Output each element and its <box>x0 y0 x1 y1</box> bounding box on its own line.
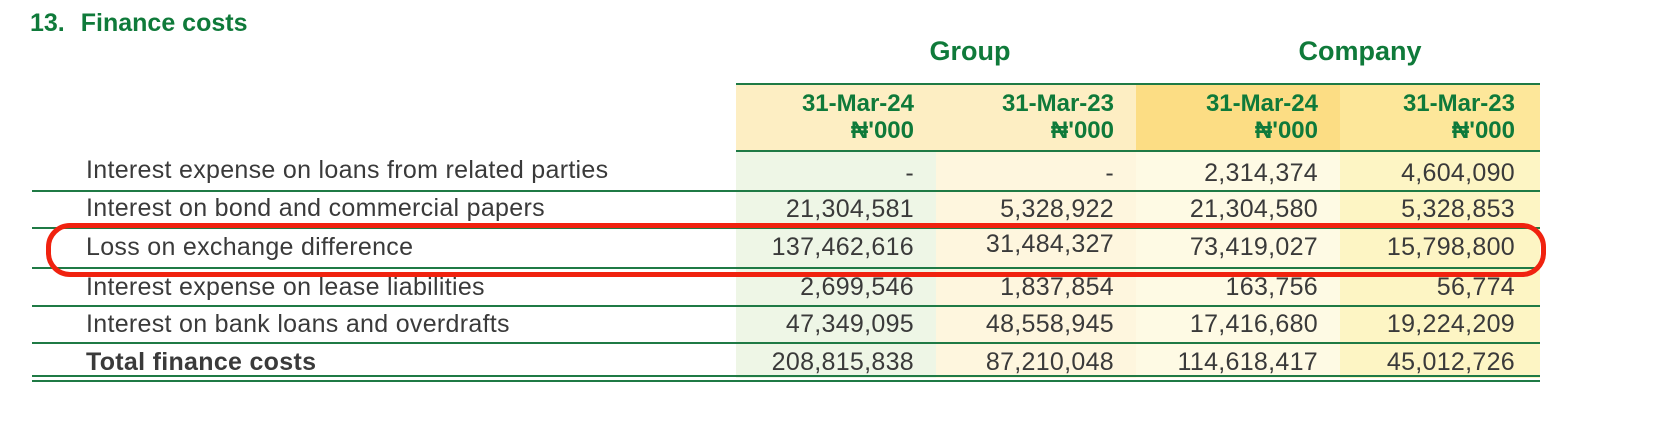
total-double-rule-bottom <box>32 380 1540 382</box>
column-date: 31-Mar-23 <box>1001 90 1114 117</box>
cell-value: 48,558,945 <box>985 310 1114 338</box>
row-divider <box>32 342 1540 344</box>
column-date: 31-Mar-24 <box>1205 90 1318 117</box>
column-unit: ₦'000 <box>1050 117 1114 144</box>
column-date: 31-Mar-23 <box>1402 90 1515 117</box>
column-header-group-24: 31-Mar-24 ₦'000 <box>736 90 914 144</box>
column-header-company-24: 31-Mar-24 ₦'000 <box>1136 90 1318 144</box>
cell-value: 5,328,922 <box>1000 195 1114 223</box>
cell-value: - <box>1105 159 1114 187</box>
cell-value: - <box>905 159 914 187</box>
section-number: 13. <box>30 9 65 37</box>
cell-value: 21,304,580 <box>1189 195 1318 223</box>
total-cell-value: 45,012,726 <box>1386 348 1515 376</box>
header-bottom-rule <box>736 150 1540 152</box>
section-title: Finance costs <box>80 9 248 37</box>
cell-value: 47,349,095 <box>785 310 914 338</box>
column-header-group-23: 31-Mar-23 ₦'000 <box>936 90 1114 144</box>
total-row-label: Total finance costs <box>86 348 317 376</box>
column-unit: ₦'000 <box>1254 117 1318 144</box>
section-heading: 13. Finance costs <box>30 9 248 38</box>
header-top-rule <box>736 83 1540 85</box>
column-unit: ₦'000 <box>1451 117 1515 144</box>
cell-value: 21,304,581 <box>785 195 914 223</box>
row-divider <box>32 190 1540 192</box>
total-cell-value: 114,618,417 <box>1177 348 1318 376</box>
row-label: Interest expense on loans from related p… <box>86 156 609 184</box>
row-label: Interest on bank loans and overdrafts <box>86 310 510 338</box>
cell-value: 163,756 <box>1225 273 1318 301</box>
column-unit: ₦'000 <box>850 117 914 144</box>
total-cell-value: 87,210,048 <box>985 348 1114 376</box>
row-divider <box>32 305 1540 307</box>
cell-value: 1,837,854 <box>1000 273 1114 301</box>
row-label: Interest expense on lease liabilities <box>86 273 485 301</box>
total-cell-value: 208,815,838 <box>771 348 914 376</box>
cell-value: 4,604,090 <box>1401 159 1515 187</box>
column-date: 31-Mar-24 <box>801 90 914 117</box>
cell-value: 2,314,374 <box>1204 159 1318 187</box>
group-header: Group <box>929 36 1011 66</box>
cell-value: 5,328,853 <box>1401 195 1515 223</box>
cell-value: 17,416,680 <box>1189 310 1318 338</box>
row-label: Interest on bond and commercial papers <box>86 194 545 222</box>
column-header-company-23: 31-Mar-23 ₦'000 <box>1340 90 1515 144</box>
cell-value: 56,774 <box>1436 273 1515 301</box>
company-header: Company <box>1298 36 1422 66</box>
highlight-annotation <box>46 223 1546 277</box>
cell-value: 19,224,209 <box>1386 310 1515 338</box>
cell-value: 2,699,546 <box>800 273 914 301</box>
